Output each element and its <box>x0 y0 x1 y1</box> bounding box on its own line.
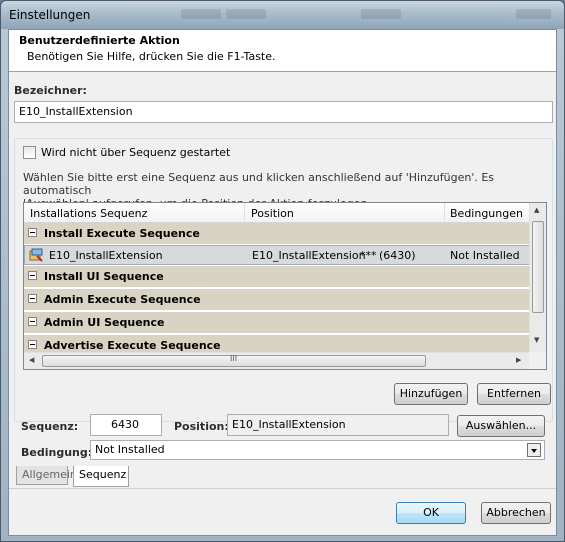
column-separator <box>244 203 245 223</box>
scroll-left-icon[interactable]: ◀ <box>29 356 34 364</box>
custom-action-icon <box>29 248 43 262</box>
select-button[interactable]: Auswählen... <box>457 415 545 437</box>
background-blur-1 <box>181 9 221 19</box>
background-blur-4 <box>516 9 551 19</box>
scroll-right-icon[interactable]: ▶ <box>516 356 521 364</box>
condition-field[interactable]: Not Installed <box>90 440 545 460</box>
collapse-toggle-icon[interactable] <box>28 340 37 349</box>
header-title: Benutzerdefinierte Aktion <box>19 34 180 47</box>
group-row-install-ui[interactable]: Install UI Sequence <box>24 266 530 288</box>
info-line-1: Wählen Sie bitte erst eine Sequenz aus u… <box>23 171 495 197</box>
add-button[interactable]: Hinzufügen <box>394 383 468 405</box>
not-via-sequence-label[interactable]: Wird nicht über Sequenz gestartet <box>41 146 230 159</box>
not-via-sequence-checkbox[interactable] <box>23 146 36 159</box>
footer-divider <box>9 488 556 489</box>
group-label: Advertise Execute Sequence <box>44 339 221 352</box>
sequence-group: Wird nicht über Sequenz gestartet Wählen… <box>14 138 553 422</box>
column-header-position[interactable]: Position <box>251 207 294 220</box>
vertical-scroll-thumb[interactable] <box>532 221 544 313</box>
settings-window: Einstellungen Benutzerdefinierte Aktion … <box>0 0 565 542</box>
position-field: E10_InstallExtension <box>227 414 449 436</box>
background-blur-2 <box>226 9 266 19</box>
group-label: Install Execute Sequence <box>44 227 200 240</box>
tab-allgemein[interactable]: Allgemein <box>16 466 77 485</box>
scroll-grip: III <box>230 354 238 363</box>
item-marker: *** <box>360 249 377 262</box>
table-row-selected[interactable]: E10_InstallExtension E10_InstallExtensio… <box>24 245 530 265</box>
condition-label: Bedingung: <box>21 446 93 459</box>
group-row-admin-execute[interactable]: Admin Execute Sequence <box>24 289 530 311</box>
column-separator <box>444 203 445 223</box>
cancel-button[interactable]: Abbrechen <box>481 502 551 524</box>
group-row-install-execute[interactable]: Install Execute Sequence <box>24 223 530 245</box>
item-position: E10_InstallExtension <box>252 249 366 262</box>
scroll-corner <box>529 352 546 369</box>
vertical-scrollbar[interactable]: ▲ ▼ <box>529 203 546 353</box>
item-number: (6430) <box>379 249 416 262</box>
collapse-toggle-icon[interactable] <box>28 294 37 303</box>
remove-button[interactable]: Entfernen <box>477 383 551 405</box>
column-header-conditions[interactable]: Bedingungen <box>450 207 523 220</box>
header-panel: Benutzerdefinierte Aktion Benötigen Sie … <box>9 30 556 72</box>
sequence-list[interactable]: Installations Sequenz Position Bedingung… <box>23 202 547 370</box>
collapse-toggle-icon[interactable] <box>28 228 37 237</box>
group-label: Admin Execute Sequence <box>44 293 201 306</box>
dropdown-arrow-icon[interactable] <box>527 443 541 457</box>
sequence-number-field[interactable]: 6430 <box>90 414 162 436</box>
group-label: Install UI Sequence <box>44 270 164 283</box>
collapse-toggle-icon[interactable] <box>28 317 37 326</box>
horizontal-scrollbar[interactable]: ◀ III ▶ <box>24 352 530 369</box>
identifier-label: Bezeichner: <box>14 84 87 97</box>
group-label: Admin UI Sequence <box>44 316 165 329</box>
list-header: Installations Sequenz Position Bedingung… <box>24 203 530 223</box>
condition-value: Not Installed <box>95 443 165 456</box>
window-title: Einstellungen <box>9 8 91 22</box>
group-row-admin-ui[interactable]: Admin UI Sequence <box>24 312 530 334</box>
item-name: E10_InstallExtension <box>49 249 163 262</box>
horizontal-scroll-thumb[interactable]: III <box>42 354 426 367</box>
ok-button[interactable]: OK <box>396 502 466 524</box>
position-label: Position: <box>174 420 229 433</box>
title-bar[interactable]: Einstellungen <box>1 1 564 29</box>
header-subtitle: Benötigen Sie Hilfe, drücken Sie die F1-… <box>27 50 276 63</box>
identifier-field[interactable]: E10_InstallExtension <box>14 101 553 123</box>
item-condition: Not Installed <box>450 249 520 262</box>
collapse-toggle-icon[interactable] <box>28 271 37 280</box>
dialog-client: Benutzerdefinierte Aktion Benötigen Sie … <box>8 29 557 536</box>
scroll-up-icon[interactable]: ▲ <box>534 206 539 214</box>
background-blur-3 <box>361 9 401 19</box>
column-header-sequence[interactable]: Installations Sequenz <box>30 207 147 220</box>
scroll-down-icon[interactable]: ▼ <box>534 336 539 344</box>
tab-sequenz[interactable]: Sequenz <box>73 466 129 487</box>
sequence-label: Sequenz: <box>21 420 79 433</box>
